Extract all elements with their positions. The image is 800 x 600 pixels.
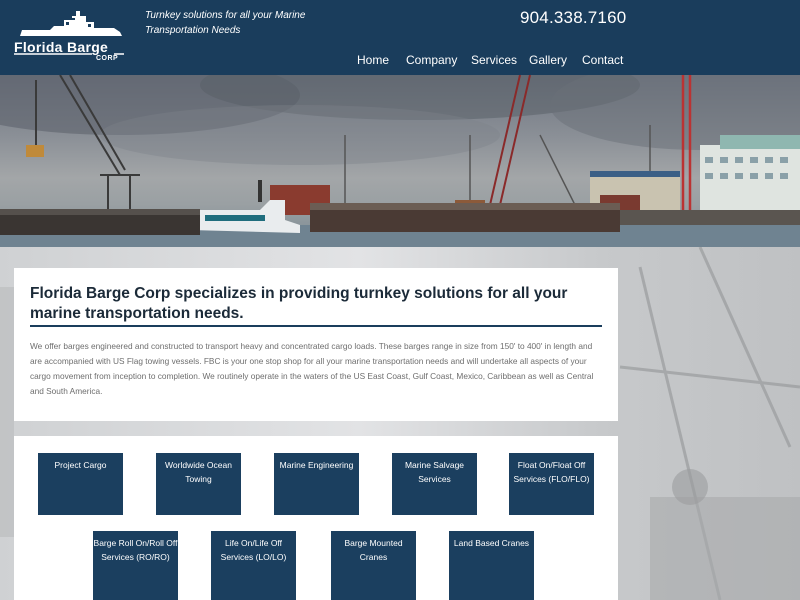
tagline: Turnkey solutions for all your Marine Tr… <box>145 10 306 36</box>
services-card: Project Cargo Worldwide Ocean Towing Mar… <box>14 436 618 600</box>
site-header: Florida Barge CORP Turnkey solutions for… <box>0 0 800 75</box>
nav-home[interactable]: Home <box>357 53 389 67</box>
nav-services[interactable]: Services <box>471 53 517 67</box>
intro-card: Florida Barge Corp specializes in provid… <box>14 268 618 421</box>
intro-paragraph: We offer barges engineered and construct… <box>30 341 594 396</box>
service-lo-lo-button[interactable]: Life On/Life Off Services (LO/LO) <box>211 531 296 600</box>
service-ro-ro-button[interactable]: Barge Roll On/Roll Off Services (RO/RO) <box>93 531 178 600</box>
port-scene-image <box>0 75 800 247</box>
phone-number[interactable]: 904.338.7160 <box>520 8 626 28</box>
intro-heading: Florida Barge Corp specializes in provid… <box>30 285 568 322</box>
service-land-cranes-button[interactable]: Land Based Cranes <box>449 531 534 600</box>
nav-company[interactable]: Company <box>406 53 457 67</box>
service-ocean-towing-button[interactable]: Worldwide Ocean Towing <box>156 453 241 515</box>
service-barge-cranes-button[interactable]: Barge Mounted Cranes <box>331 531 416 600</box>
nav-contact[interactable]: Contact <box>582 53 623 67</box>
service-marine-engineering-button[interactable]: Marine Engineering <box>274 453 359 515</box>
service-project-cargo-button[interactable]: Project Cargo <box>38 453 123 515</box>
main-nav: Home Company Services Gallery Contact <box>0 53 800 69</box>
nav-gallery[interactable]: Gallery <box>529 53 567 67</box>
divider <box>30 325 602 327</box>
service-marine-salvage-button[interactable]: Marine Salvage Services <box>392 453 477 515</box>
service-flo-flo-button[interactable]: Float On/Float Off Services (FLO/FLO) <box>509 453 594 515</box>
hero-image <box>0 75 800 247</box>
